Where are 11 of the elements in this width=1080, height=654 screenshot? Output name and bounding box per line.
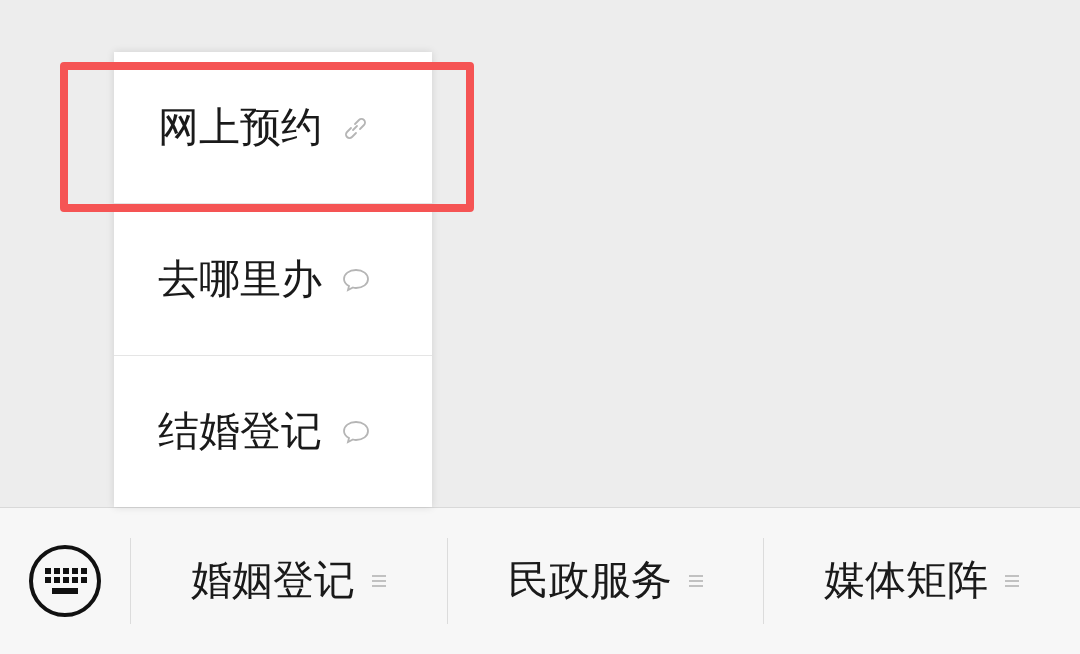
menu-lines-icon xyxy=(687,573,704,589)
submenu-item[interactable]: 去哪里办 xyxy=(114,203,432,355)
menu-lines-icon xyxy=(370,573,387,589)
menu-lines-icon xyxy=(1004,573,1021,589)
menu-bar-item[interactable]: 民政服务 xyxy=(507,550,704,612)
menu-bar-item[interactable]: 婚姻登记 xyxy=(190,550,387,612)
keyboard-icon[interactable] xyxy=(28,544,102,618)
submenu-item[interactable]: 网上预约 xyxy=(114,52,432,203)
chat-bubble-icon xyxy=(342,418,370,445)
menu-bar-item[interactable]: 媒体矩阵 xyxy=(824,550,1021,612)
chat-bubble-icon xyxy=(342,266,370,293)
